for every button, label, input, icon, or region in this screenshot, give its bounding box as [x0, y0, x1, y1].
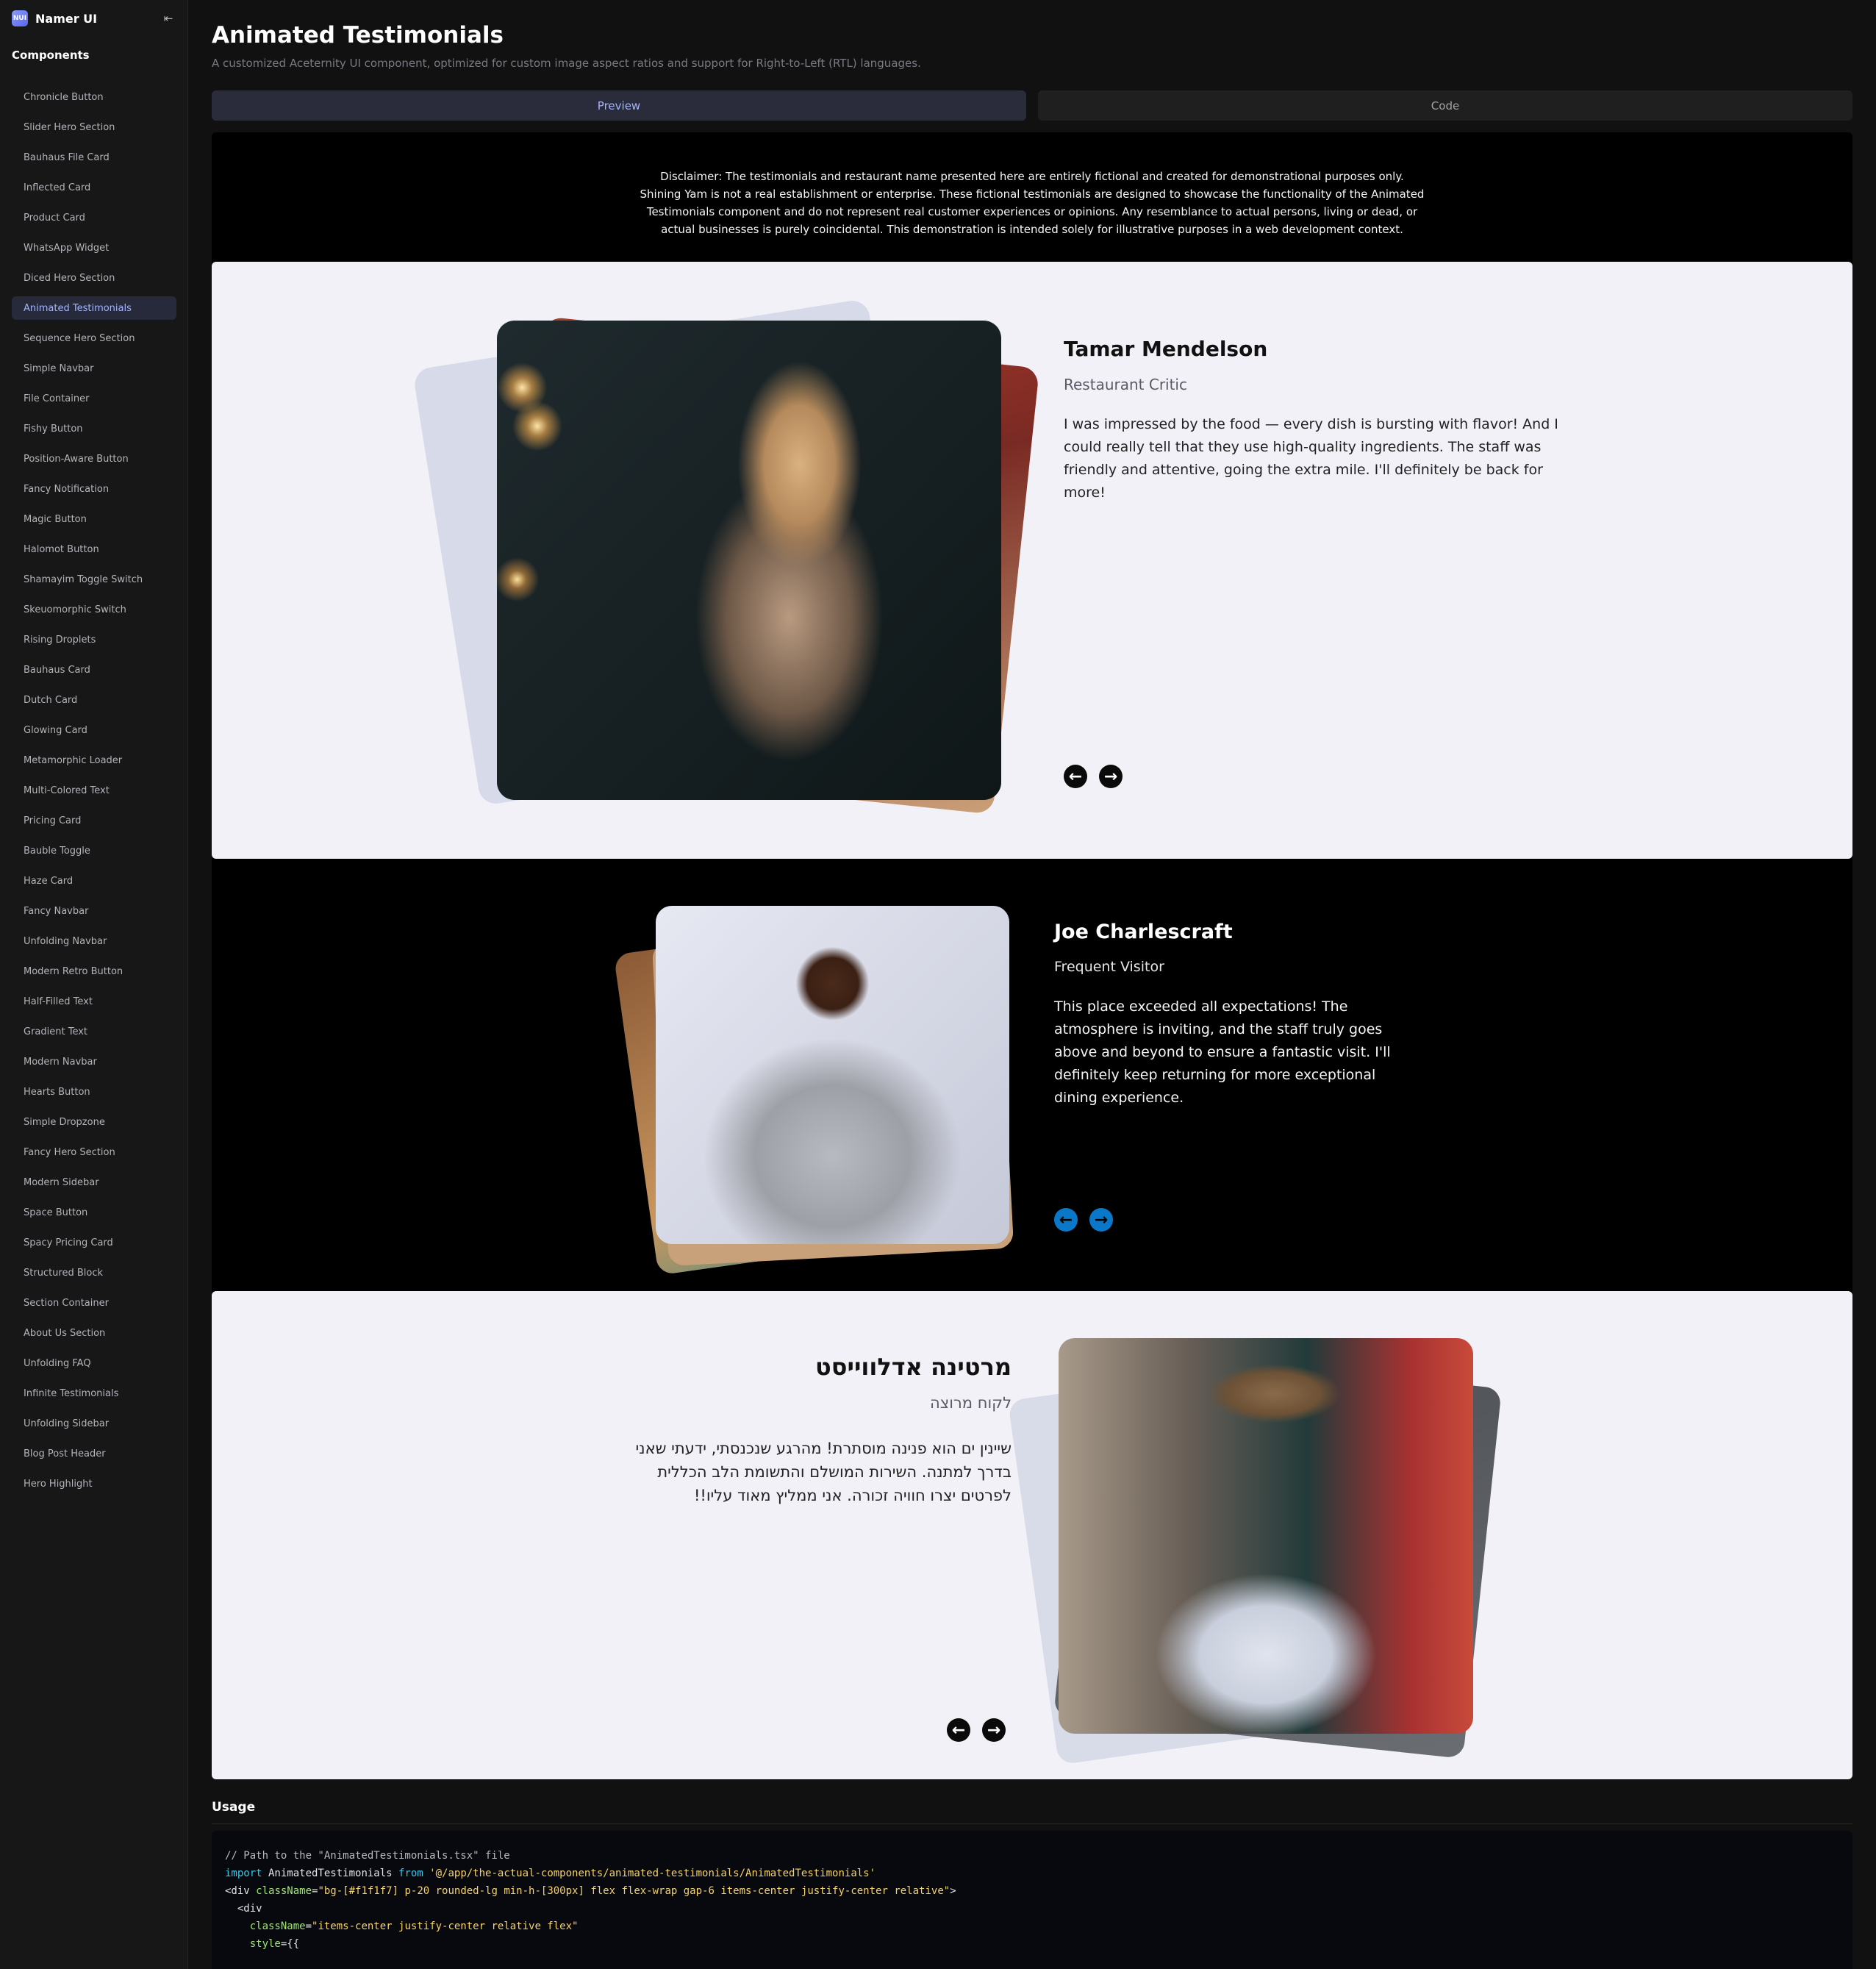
sidebar-item-fishy-button[interactable]: Fishy Button [12, 414, 176, 444]
sidebar-item-unfolding-faq[interactable]: Unfolding FAQ [12, 1348, 176, 1379]
sidebar-item-fancy-hero-section[interactable]: Fancy Hero Section [12, 1137, 176, 1168]
prev-button[interactable]: ← [1054, 1208, 1078, 1232]
prev-button[interactable]: ← [1064, 765, 1087, 788]
sidebar-item-dutch-card[interactable]: Dutch Card [12, 685, 176, 715]
sidebar-item-halomot-button[interactable]: Halomot Button [12, 535, 176, 565]
sidebar-item-bauhaus-card[interactable]: Bauhaus Card [12, 655, 176, 685]
testimonial-role: לקוח מרוצה [930, 1394, 1012, 1412]
sidebar-item-skeuomorphic-switch[interactable]: Skeuomorphic Switch [12, 595, 176, 625]
brand[interactable]: NUI Namer UI [12, 10, 97, 26]
sidebar-item-modern-retro-button[interactable]: Modern Retro Button [12, 957, 176, 987]
testimonial-role: Restaurant Critic [1064, 376, 1187, 393]
sidebar-item-hearts-button[interactable]: Hearts Button [12, 1077, 176, 1107]
divider [212, 1823, 1852, 1824]
sidebar-item-position-aware-button[interactable]: Position-Aware Button [12, 444, 176, 474]
sidebar-item-metamorphic-loader[interactable]: Metamorphic Loader [12, 746, 176, 776]
sidebar-item-multi-colored-text[interactable]: Multi-Colored Text [12, 776, 176, 806]
sidebar-item-about-us-section[interactable]: About Us Section [12, 1318, 176, 1348]
sidebar-item-inflected-card[interactable]: Inflected Card [12, 173, 176, 203]
sidebar-item-magic-button[interactable]: Magic Button [12, 504, 176, 535]
sidebar-item-structured-block[interactable]: Structured Block [12, 1258, 176, 1288]
page-subtitle: A customized Aceternity UI component, op… [212, 57, 921, 70]
code-block[interactable]: // Path to the "AnimatedTestimonials.tsx… [212, 1831, 1852, 1969]
testimonial-quote: This place exceeded all expectations! Th… [1054, 998, 1391, 1106]
code-line: <div className="bg-[#f1f1f7] p-20 rounde… [225, 1885, 956, 1897]
testimonial-name: Tamar Mendelson [1064, 337, 1268, 361]
prev-button[interactable]: ← [947, 1718, 970, 1742]
sidebar-item-slider-hero-section[interactable]: Slider Hero Section [12, 112, 176, 143]
testimonial-panel-rtl: מרטינה אדלווייסט לקוח מרוצה שיינין ים הו… [212, 1291, 1852, 1779]
usage-title: Usage [212, 1800, 256, 1815]
sidebar-item-simple-navbar[interactable]: Simple Navbar [12, 354, 176, 384]
sidebar-item-unfolding-sidebar[interactable]: Unfolding Sidebar [12, 1409, 176, 1439]
sidebar-item-bauble-toggle[interactable]: Bauble Toggle [12, 836, 176, 866]
tab-preview[interactable]: Preview [212, 90, 1026, 121]
sidebar-item-space-button[interactable]: Space Button [12, 1198, 176, 1228]
page-title: Animated Testimonials [212, 22, 504, 49]
code-line: style={{ [249, 1938, 300, 1950]
testimonial-photo [656, 906, 1009, 1244]
next-button[interactable]: → [1099, 765, 1123, 788]
sidebar-item-rising-droplets[interactable]: Rising Droplets [12, 625, 176, 655]
sidebar-item-fancy-notification[interactable]: Fancy Notification [12, 474, 176, 504]
sidebar-section-label: Components [12, 49, 90, 62]
testimonial-photo [1059, 1338, 1473, 1734]
sidebar-item-hero-highlight[interactable]: Hero Highlight [12, 1469, 176, 1499]
sidebar-item-file-container[interactable]: File Container [12, 384, 176, 414]
sidebar-item-infinite-testimonials[interactable]: Infinite Testimonials [12, 1379, 176, 1409]
sidebar: NUI Namer UI ⇤ Components Chronicle Butt… [0, 0, 188, 1969]
sidebar-item-blog-post-header[interactable]: Blog Post Header [12, 1439, 176, 1469]
testimonial-name: מרטינה אדלווייסט [815, 1353, 1012, 1381]
sidebar-item-shamayim-toggle-switch[interactable]: Shamayim Toggle Switch [12, 565, 176, 595]
sidebar-item-product-card[interactable]: Product Card [12, 203, 176, 233]
sidebar-item-glowing-card[interactable]: Glowing Card [12, 715, 176, 746]
sidebar-item-spacy-pricing-card[interactable]: Spacy Pricing Card [12, 1228, 176, 1258]
sidebar-item-modern-navbar[interactable]: Modern Navbar [12, 1047, 176, 1077]
code-line: className="items-center justify-center r… [249, 1920, 579, 1932]
sidebar-item-unfolding-navbar[interactable]: Unfolding Navbar [12, 926, 176, 957]
sidebar-item-fancy-navbar[interactable]: Fancy Navbar [12, 896, 176, 926]
brand-name: Namer UI [35, 11, 98, 26]
sidebar-item-gradient-text[interactable]: Gradient Text [12, 1017, 176, 1047]
testimonial-panel-light: Tamar Mendelson Restaurant Critic I was … [212, 262, 1852, 859]
code-line: // Path to the "AnimatedTestimonials.tsx… [225, 1850, 510, 1862]
sidebar-item-diced-hero-section[interactable]: Diced Hero Section [12, 263, 176, 293]
sidebar-item-whatsapp-widget[interactable]: WhatsApp Widget [12, 233, 176, 263]
testimonial-photo [497, 321, 1001, 800]
next-button[interactable]: → [1089, 1208, 1113, 1232]
testimonial-role: Frequent Visitor [1054, 959, 1164, 975]
brand-logo: NUI [12, 10, 28, 26]
sidebar-nav: Chronicle Button Slider Hero Section Bauha… [12, 82, 176, 1499]
sidebar-item-bauhaus-file-card[interactable]: Bauhaus File Card [12, 143, 176, 173]
sidebar-collapse-icon[interactable]: ⇤ [160, 10, 176, 26]
sidebar-item-haze-card[interactable]: Haze Card [12, 866, 176, 896]
code-line: import AnimatedTestimonials from '@/app/… [225, 1868, 876, 1879]
preview-area: Disclaimer: The testimonials and restaur… [212, 132, 1852, 1779]
disclaimer: Disclaimer: The testimonials and restaur… [640, 170, 1425, 236]
code-line: <div [225, 1903, 262, 1915]
testimonial-name: Joe Charlescraft [1054, 921, 1233, 943]
sidebar-item-simple-dropzone[interactable]: Simple Dropzone [12, 1107, 176, 1137]
sidebar-item-animated-testimonials[interactable]: Animated Testimonials [12, 296, 176, 320]
sidebar-item-half-filled-text[interactable]: Half-Filled Text [12, 987, 176, 1017]
sidebar-item-section-container[interactable]: Section Container [12, 1288, 176, 1318]
testimonial-quote: שיינין ים הוא פנינה מוסתרת! מהרגע שנכנסת… [635, 1440, 1012, 1504]
next-button[interactable]: → [982, 1718, 1006, 1742]
sidebar-item-sequence-hero-section[interactable]: Sequence Hero Section [12, 324, 176, 354]
sidebar-item-chronicle-button[interactable]: Chronicle Button [12, 82, 176, 112]
tab-code[interactable]: Code [1038, 90, 1852, 121]
sidebar-item-pricing-card[interactable]: Pricing Card [12, 806, 176, 836]
testimonial-quote: I was impressed by the food — every dish… [1064, 416, 1558, 501]
sidebar-item-modern-sidebar[interactable]: Modern Sidebar [12, 1168, 176, 1198]
